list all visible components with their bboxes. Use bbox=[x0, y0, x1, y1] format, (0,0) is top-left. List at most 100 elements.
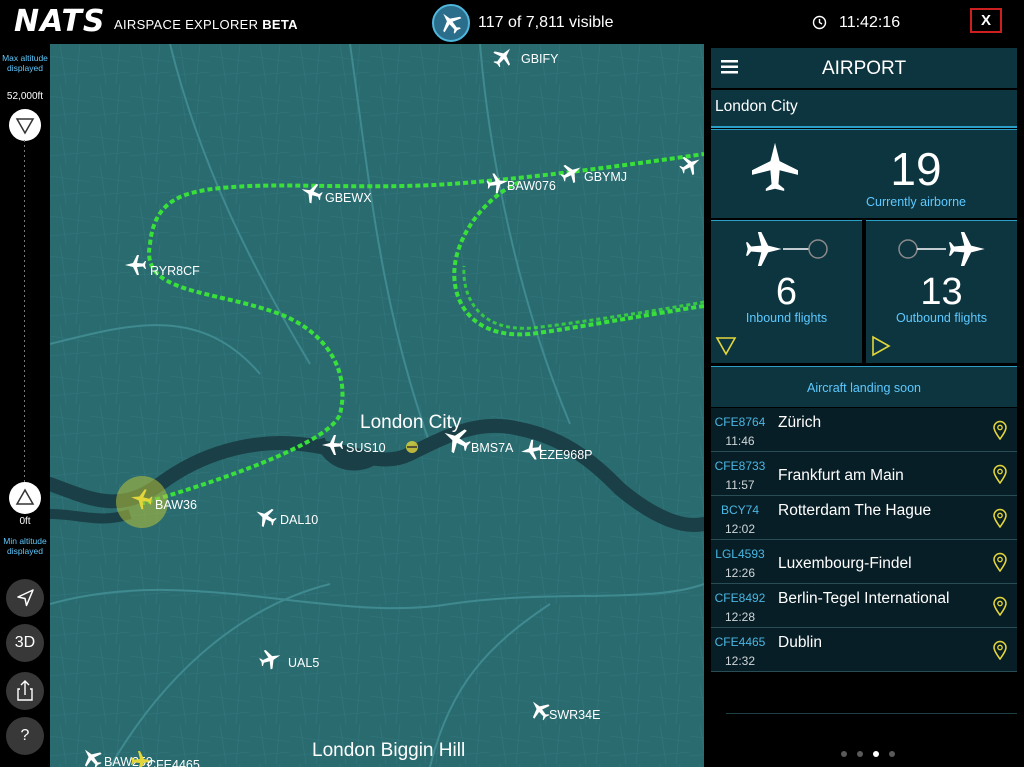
aircraft-label[interactable]: UAL5 bbox=[288, 656, 319, 670]
list-item[interactable]: CFE8733 11:57 Frankfurt am Main bbox=[711, 452, 1017, 496]
app-title-main: AIRSPACE EXPLORER bbox=[114, 17, 259, 32]
altitude-slider-track[interactable] bbox=[24, 140, 25, 485]
map-view[interactable]: London City London Biggin Hill GBIFY GBE… bbox=[50, 44, 704, 767]
close-button[interactable]: X bbox=[970, 8, 1002, 33]
triangle-down-icon[interactable] bbox=[715, 335, 737, 357]
plane-icon[interactable] bbox=[677, 152, 703, 178]
page-dot[interactable] bbox=[841, 751, 847, 757]
location-pin-icon[interactable] bbox=[992, 640, 1008, 660]
airborne-card: 19 Currently airborne bbox=[711, 129, 1017, 218]
flight-code: CFE4465 bbox=[714, 635, 766, 649]
location-pin-icon[interactable] bbox=[992, 552, 1008, 572]
panel-header: AIRPORT bbox=[711, 48, 1017, 88]
page-dot[interactable] bbox=[857, 751, 863, 757]
inbound-card[interactable]: 6 Inbound flights bbox=[711, 220, 862, 363]
plane-icon bbox=[752, 142, 798, 191]
3d-view-button[interactable]: 3D bbox=[6, 624, 44, 662]
navigate-icon bbox=[17, 589, 34, 607]
list-item[interactable]: CFE4465 12:32 Dublin bbox=[711, 628, 1017, 672]
plane-icon[interactable] bbox=[320, 432, 346, 458]
nats-logo: NATS bbox=[14, 4, 106, 39]
flight-code: CFE8764 bbox=[714, 415, 766, 429]
aircraft-label[interactable]: BAW076 bbox=[507, 179, 556, 193]
place-label-london-biggin-hill: London Biggin Hill bbox=[312, 740, 466, 761]
aircraft-label[interactable]: GBEWX bbox=[325, 191, 372, 205]
location-pin-icon[interactable] bbox=[992, 464, 1008, 484]
divider bbox=[726, 713, 1017, 714]
aircraft-label[interactable]: BMS7A bbox=[471, 441, 513, 455]
flight-time: 12:02 bbox=[724, 522, 756, 536]
airport-panel: AIRPORT London City 19 Currently airborn… bbox=[704, 44, 1024, 767]
aircraft-label[interactable]: BAW36 bbox=[155, 498, 197, 512]
triangle-down-icon bbox=[15, 118, 35, 135]
app-title: AIRSPACE EXPLORER BETA bbox=[114, 17, 298, 32]
page-indicator[interactable] bbox=[836, 744, 900, 762]
aircraft-label[interactable]: SWR34E bbox=[549, 708, 600, 722]
list-item[interactable]: BCY74 12:02 Rotterdam The Hague bbox=[711, 496, 1017, 540]
page-dot[interactable] bbox=[889, 751, 895, 757]
outbound-card[interactable]: 13 Outbound flights bbox=[866, 220, 1017, 363]
min-altitude-handle[interactable] bbox=[9, 482, 41, 514]
landing-soon-title: Aircraft landing soon bbox=[807, 381, 921, 395]
outbound-plane-icon bbox=[898, 231, 985, 267]
landing-flight-list: CFE8764 11:46 Zürich CFE8733 11:57 Frank… bbox=[711, 408, 1017, 672]
flight-time: 12:28 bbox=[724, 610, 756, 624]
list-item[interactable]: CFE8764 11:46 Zürich bbox=[711, 408, 1017, 452]
aircraft-label[interactable]: EZE968P bbox=[539, 448, 593, 462]
flight-code: LGL4593 bbox=[715, 547, 765, 561]
inbound-label: Inbound flights bbox=[745, 311, 828, 325]
list-item[interactable]: LGL4593 12:26 Luxembourg-Findel bbox=[711, 540, 1017, 584]
location-pin-icon[interactable] bbox=[992, 508, 1008, 528]
max-altitude-value: 52,000ft bbox=[6, 91, 44, 102]
airborne-count: 19 bbox=[890, 143, 942, 195]
flight-destination: Frankfurt am Main bbox=[778, 467, 904, 484]
location-pin-icon[interactable] bbox=[992, 420, 1008, 440]
flight-code: BCY74 bbox=[720, 503, 760, 517]
flight-destination: Berlin-Tegel International bbox=[778, 590, 950, 607]
flight-code: CFE8492 bbox=[714, 591, 766, 605]
plane-icon[interactable] bbox=[432, 4, 470, 42]
list-item[interactable]: CFE8492 12:28 Berlin-Tegel International bbox=[711, 584, 1017, 628]
plane-icon[interactable] bbox=[257, 646, 283, 672]
inbound-count: 6 bbox=[775, 271, 798, 313]
aircraft-label[interactable]: GBIFY bbox=[521, 52, 559, 66]
flight-time: 12:32 bbox=[724, 654, 756, 668]
plane-icon[interactable] bbox=[441, 424, 473, 456]
navigate-button[interactable] bbox=[6, 579, 44, 617]
max-altitude-label: Max altitude displayed bbox=[2, 53, 48, 73]
triangle-right-icon[interactable] bbox=[870, 335, 892, 357]
flight-time: 11:46 bbox=[725, 434, 755, 448]
share-button[interactable] bbox=[6, 672, 44, 710]
clock-icon bbox=[812, 15, 827, 35]
flight-time: 12:26 bbox=[724, 566, 756, 580]
outbound-count: 13 bbox=[920, 271, 963, 313]
help-button[interactable]: ? bbox=[6, 717, 44, 755]
min-altitude-value: 0ft bbox=[19, 516, 31, 527]
plane-icon[interactable] bbox=[490, 44, 516, 70]
airport-name: London City bbox=[715, 98, 798, 115]
landing-soon-header: Aircraft landing soon bbox=[711, 366, 1017, 407]
clock-time: 11:42:16 bbox=[839, 14, 901, 31]
plane-icon[interactable] bbox=[299, 180, 325, 206]
flight-destination: Zürich bbox=[778, 414, 822, 431]
page-dot-active[interactable] bbox=[873, 751, 879, 757]
aircraft-label[interactable]: RYR8CF bbox=[150, 264, 200, 278]
aircraft-label[interactable]: CFE4465 bbox=[147, 758, 200, 767]
top-bar: NATS AIRSPACE EXPLORER BETA 117 of 7,811… bbox=[0, 0, 1024, 44]
aircraft-label[interactable]: DAL10 bbox=[280, 513, 318, 527]
plane-icon[interactable] bbox=[123, 252, 149, 278]
plane-icon[interactable] bbox=[79, 745, 105, 767]
flight-time: 11:57 bbox=[725, 478, 755, 492]
airport-marker-icon[interactable] bbox=[403, 438, 421, 456]
panel-title: AIRPORT bbox=[821, 58, 907, 79]
airport-name-row: London City bbox=[711, 90, 1017, 128]
aircraft-label[interactable]: SUS10 bbox=[346, 441, 386, 455]
airborne-label: Currently airborne bbox=[865, 195, 967, 209]
aircraft-label[interactable]: GBYMJ bbox=[584, 170, 627, 184]
flight-code: CFE8733 bbox=[714, 459, 766, 473]
max-altitude-handle[interactable] bbox=[9, 109, 41, 141]
location-pin-icon[interactable] bbox=[992, 596, 1008, 616]
plane-icon[interactable] bbox=[558, 160, 584, 186]
plane-icon[interactable] bbox=[129, 486, 155, 512]
plane-icon[interactable] bbox=[253, 504, 279, 530]
